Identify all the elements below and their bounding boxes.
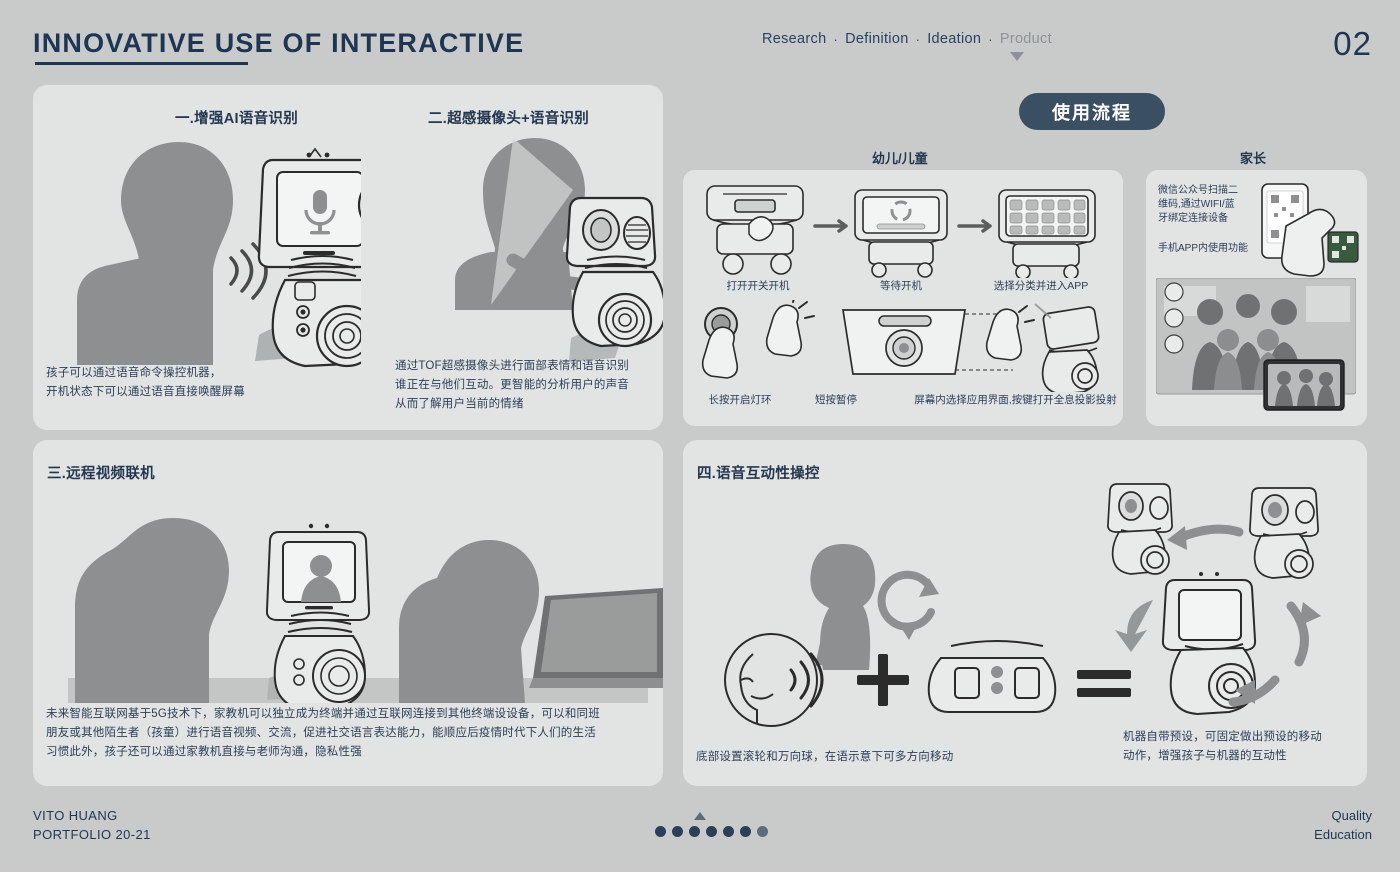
portfolio-page: INNOVATIVE USE OF INTERACTIVE Research ·… [0, 0, 1400, 872]
footer-tagline: Quality Education [1314, 806, 1372, 844]
pagination-dot[interactable] [706, 826, 717, 837]
page-number: 02 [1333, 25, 1372, 62]
pagination-dot[interactable] [655, 826, 666, 837]
footer-tagline-line1: Quality [1331, 808, 1372, 823]
flow-step-label-4: 长按开启灯环 [708, 394, 772, 406]
illustration-robot-preset-motions [1107, 483, 1321, 716]
illustration-voice-formula [724, 544, 1131, 727]
footer-portfolio-label: PORTFOLIO 20-21 [33, 827, 151, 842]
card-voice-interactive-control: 四.语音互动性操控 底部设置滚轮和万向球，在语示意下可多方向移动 机器自带预设，… [683, 440, 1367, 786]
card-ai-voice-recognition: 一.增强AI语音识别 二.超感摄像头+语音识别 孩子可以通过语音命令操控机器， … [33, 85, 663, 430]
flow-step-label-1: 打开开关开机 [726, 280, 790, 292]
flow-step-label-3: 选择分类并进入APP [993, 280, 1089, 292]
flow-row1-illustrations [706, 185, 1096, 278]
flow-card-children: 打开开关开机 等待开机 选择分类并进入APP 长按开启灯环 短按暂停 屏幕内选择… [683, 170, 1123, 426]
card3-title: 三.远程视频联机 [47, 466, 155, 482]
flow-card-parent: 微信公众号扫描二维码,通过WIFI/蓝牙绑定连接设备 手机APP内使用功能 [1146, 170, 1367, 426]
flow-step-label-2: 等待开机 [880, 280, 922, 292]
flow-column-label-children: 幼儿/儿童 [872, 151, 928, 166]
breadcrumb-item-research[interactable]: Research [762, 31, 826, 47]
card4-title: 四.语音互动性操控 [697, 466, 820, 482]
card1-section2-title: 二.超感摄像头+语音识别 [428, 111, 590, 127]
card3-caption: 未来智能互联网基于5G技术下，家教机可以独立成为终端并通过互联网连接到其他终端设… [46, 708, 600, 758]
breadcrumb: Research · Definition · Ideation · Produ… [762, 31, 1052, 47]
illustration-phone-qr-scan [1261, 183, 1359, 277]
pagination-dot[interactable] [689, 826, 700, 837]
title-underline [35, 62, 248, 65]
breadcrumb-separator: · [988, 31, 993, 47]
breadcrumb-item-product[interactable]: Product [1000, 31, 1052, 47]
footer-author-name: VITO HUANG [33, 808, 118, 823]
flow-column-label-parent: 家长 [1240, 151, 1267, 166]
card4-caption-left: 底部设置滚轮和万向球，在语示意下可多方向移动 [696, 751, 954, 763]
card1-section1-title: 一.增强AI语音识别 [175, 111, 299, 127]
pagination-dots[interactable] [655, 826, 768, 837]
parent-panel-text-2: 手机APP内使用功能 [1158, 243, 1249, 254]
pagination-dot[interactable] [723, 826, 734, 837]
footer-tagline-line2: Education [1314, 827, 1372, 842]
footer-author-block: VITO HUANG PORTFOLIO 20-21 [33, 806, 151, 844]
pagination-dot[interactable] [672, 826, 683, 837]
breadcrumb-separator: · [833, 31, 839, 47]
illustration-child-voice-robot [77, 142, 361, 368]
flow-row2-illustrations [701, 300, 1100, 392]
breadcrumb-separator: · [915, 31, 921, 47]
breadcrumb-item-ideation[interactable]: Ideation [927, 31, 981, 47]
illustration-tof-camera-robot [455, 138, 663, 362]
parent-panel-text-1: 微信公众号扫描二维码,通过WIFI/蓝牙绑定连接设备 [1158, 185, 1238, 224]
flow-step-label-5: 短按暂停 [815, 394, 857, 406]
pagination-dot[interactable] [740, 826, 751, 837]
pagination-dot-active[interactable] [757, 826, 768, 837]
breadcrumb-item-definition[interactable]: Definition [845, 31, 908, 47]
illustration-remote-video-session [68, 518, 663, 703]
usage-flow-badge: 使用流程 [1019, 93, 1165, 130]
flow-step-label-6: 屏幕内选择应用界面,按键打开全息投影投射 [914, 394, 1117, 406]
illustration-family-video-call [1156, 278, 1356, 411]
triangle-up-icon [694, 812, 706, 820]
triangle-down-icon [1010, 52, 1024, 61]
card1-section1-caption: 孩子可以通过语音命令操控机器， 开机状态下可以通过语音直接唤醒屏幕 [46, 367, 245, 398]
page-title: INNOVATIVE USE OF INTERACTIVE [33, 28, 525, 58]
card-remote-video: 三.远程视频联机 未来智能互联网基于5G技术下，家教机可以独立成为终端并通过互联… [33, 440, 663, 786]
card4-caption-right: 机器自带预设，可固定做出预设的移动 动作，增强孩子与机器的互动性 [1123, 731, 1322, 762]
card1-section2-caption: 通过TOF超感摄像头进行面部表情和语音识别 谁正在与他们互动。更智能的分析用户的… [395, 360, 629, 410]
